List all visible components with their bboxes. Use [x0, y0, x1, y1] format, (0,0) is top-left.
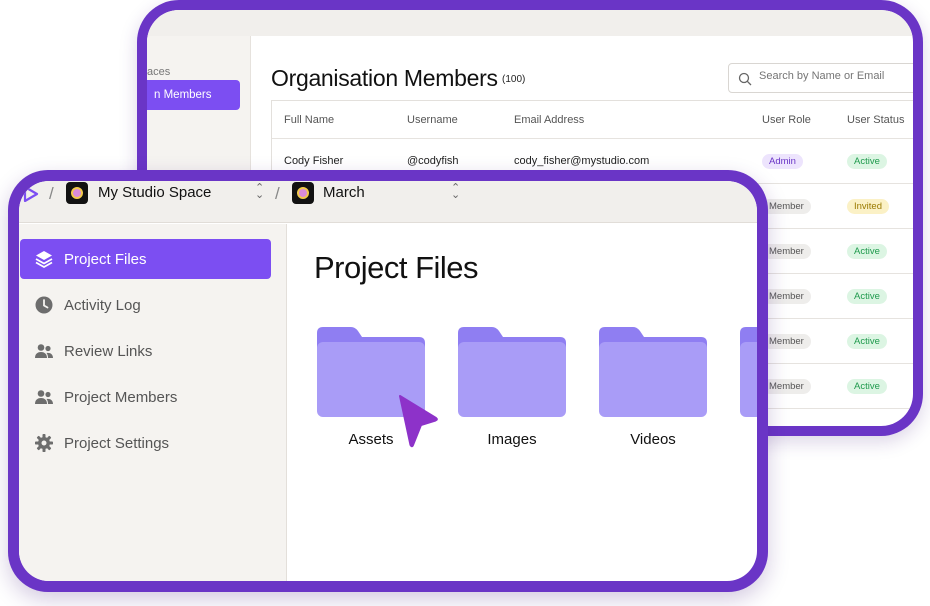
status-badge: Active — [847, 333, 887, 349]
sidebar-item-label: Project Settings — [64, 434, 170, 452]
clock-icon — [34, 295, 54, 315]
project-avatar — [292, 182, 314, 204]
role-badge: Member — [762, 333, 811, 349]
users-icon — [34, 341, 54, 361]
sidebar-item-project-files[interactable]: Project Files — [20, 239, 271, 279]
folder-icon — [740, 327, 757, 417]
project-files-panel: / My Studio Space ⌃ ⌄ / March ⌃ ⌄ Project … — [19, 181, 757, 581]
search-input[interactable] — [759, 70, 913, 82]
sidebar-item-label: Review Links — [64, 342, 153, 360]
sidebar-item-members[interactable]: n Members — [147, 80, 240, 110]
column-header-username[interactable]: Username — [407, 101, 458, 138]
page-title: Project Files — [314, 250, 479, 285]
status-badge: Active — [847, 153, 887, 169]
sidebar-item-project-settings[interactable]: Project Settings — [20, 423, 271, 463]
role-badge: Admin — [762, 153, 803, 169]
project-sidebar: Project Files Activity Log Review Links … — [19, 224, 287, 581]
workspace-avatar — [66, 182, 88, 204]
breadcrumb-project[interactable]: March — [323, 184, 365, 201]
page-title: Organisation Members — [271, 65, 498, 91]
status-badge: Active — [847, 378, 887, 394]
chevron-updown-icon[interactable]: ⌃ ⌄ — [451, 183, 460, 201]
column-header-full-name[interactable]: Full Name — [284, 101, 334, 138]
status-badge: Active — [847, 243, 887, 259]
window-top-bar — [147, 10, 913, 36]
app-logo-icon[interactable] — [23, 186, 39, 202]
project-files-main: Project Files Assets Images Videos — [288, 224, 757, 581]
gear-icon — [34, 433, 54, 453]
breadcrumb-workspace[interactable]: My Studio Space — [98, 184, 211, 201]
status-badge: Active — [847, 288, 887, 304]
folder-label: Videos — [630, 431, 676, 448]
sidebar-item-project-members[interactable]: Project Members — [20, 377, 271, 417]
column-header-status[interactable]: User Status — [847, 101, 904, 138]
role-badge: Member — [762, 198, 811, 214]
layers-icon — [34, 249, 54, 269]
folder-partial[interactable] — [740, 325, 757, 417]
chevron-updown-icon[interactable]: ⌃ ⌄ — [255, 183, 264, 201]
breadcrumb-separator: / — [275, 184, 280, 203]
column-header-email[interactable]: Email Address — [514, 101, 584, 138]
users-icon — [34, 387, 54, 407]
sidebar-item-label: Project Members — [64, 388, 178, 406]
member-count: (100) — [502, 74, 526, 85]
sidebar-item-label: Activity Log — [64, 296, 141, 314]
status-badge: Invited — [847, 198, 889, 214]
search-field[interactable] — [728, 63, 913, 93]
role-badge: Member — [762, 243, 811, 259]
search-icon — [738, 72, 752, 86]
folder-images[interactable]: Images — [458, 325, 566, 448]
column-header-role[interactable]: User Role — [762, 101, 811, 138]
breadcrumb: / My Studio Space ⌃ ⌄ / March ⌃ ⌄ — [19, 181, 757, 223]
mouse-pointer-icon — [399, 395, 438, 448]
project-files-window: / My Studio Space ⌃ ⌄ / March ⌃ ⌄ Project … — [8, 170, 768, 592]
folder-videos[interactable]: Videos — [599, 325, 707, 448]
folder-icon — [599, 327, 707, 417]
table-header-row: Full Name Username Email Address User Ro… — [272, 101, 913, 139]
folder-icon — [458, 327, 566, 417]
role-badge: Member — [762, 378, 811, 394]
sidebar-workspaces-label: aces — [147, 66, 171, 78]
sidebar-item-label: Project Files — [64, 250, 147, 268]
folder-label: Images — [487, 431, 537, 448]
role-badge: Member — [762, 288, 811, 304]
sidebar-item-review-links[interactable]: Review Links — [20, 331, 271, 371]
breadcrumb-separator: / — [49, 184, 54, 203]
sidebar-item-activity-log[interactable]: Activity Log — [20, 285, 271, 325]
